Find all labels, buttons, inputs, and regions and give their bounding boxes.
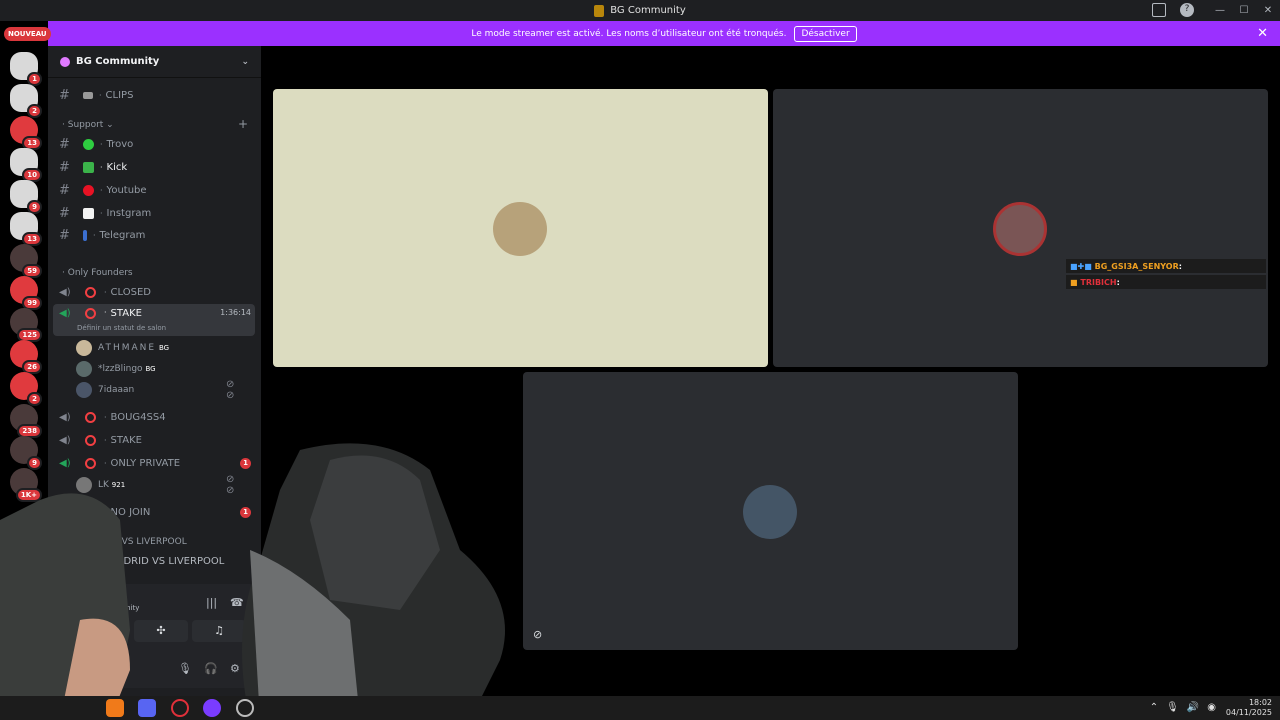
server-icon[interactable]: 1	[10, 52, 42, 86]
category-support[interactable]: · Support ⌄ +	[62, 117, 248, 131]
maximize-button[interactable]: ☐	[1232, 5, 1256, 16]
badge-icon: ■	[1070, 277, 1078, 287]
server-icon[interactable]: 238	[10, 404, 42, 438]
banner-close-icon[interactable]: ✕	[1257, 26, 1268, 41]
no-entry-icon	[85, 286, 96, 298]
disable-streamer-button[interactable]: Désactiver	[794, 25, 857, 42]
voice-channel-boug[interactable]: ◀) · BOUG4SS4	[53, 406, 255, 428]
channel-trovo[interactable]: # · Trovo	[53, 133, 255, 155]
call-duration: 1:36:14	[220, 308, 251, 317]
channel-status-hint[interactable]: Définir un statut de salon	[77, 324, 166, 332]
color-wheel-icon[interactable]: ◉	[1207, 702, 1216, 713]
app-icon[interactable]	[203, 699, 221, 717]
webcam-overlay	[0, 443, 505, 720]
voice-user[interactable]: *lzzBlingo BG	[76, 359, 156, 379]
video-tile[interactable]	[773, 89, 1268, 367]
server-icon[interactable]: 2	[10, 84, 42, 118]
server-icon[interactable]: 9	[10, 180, 42, 214]
server-icon[interactable]: 26	[10, 340, 42, 374]
banner-text: Le mode streamer est activé. Les noms d’…	[471, 28, 787, 39]
no-entry-icon	[85, 308, 96, 319]
speaker-icon[interactable]: 🔊	[1187, 702, 1199, 713]
channel-kick[interactable]: # · Kick	[53, 156, 255, 178]
server-badge-icon	[60, 56, 70, 67]
video-tile[interactable]	[273, 89, 768, 367]
opera-icon[interactable]	[171, 699, 189, 717]
voice-user[interactable]: ATHMANE BG	[76, 338, 169, 358]
muted-icon: ⊘	[533, 628, 543, 641]
app-icon[interactable]	[106, 699, 124, 717]
taskbar: ⌃ 🎙 🔊 ◉ 18:02 04/11/2025	[0, 696, 1280, 720]
muted-deafened-icons: ⊘ ⊘	[226, 379, 235, 401]
server-icon[interactable]: 13	[10, 116, 42, 150]
hash-icon: #	[59, 182, 70, 198]
server-icon[interactable]: 10	[10, 148, 42, 182]
new-badge: NOUVEAU	[4, 27, 51, 41]
white-square-icon	[83, 207, 94, 219]
category-only-founders[interactable]: · Only Founders	[62, 268, 133, 278]
help-icon[interactable]: ?	[1180, 3, 1194, 17]
inbox-icon[interactable]	[1152, 3, 1166, 17]
video-tile[interactable]: ⊘	[523, 372, 1018, 650]
hash-icon: #	[59, 205, 70, 221]
system-tray: ⌃ 🎙 🔊 ◉	[1150, 702, 1216, 713]
server-icon[interactable]: 99	[10, 276, 42, 310]
check-box-icon	[83, 161, 94, 173]
channel-instgram[interactable]: # · Instgram	[53, 202, 255, 224]
add-channel-icon[interactable]: +	[238, 117, 248, 131]
participant-avatar	[493, 202, 547, 256]
app-icon[interactable]	[236, 699, 254, 717]
server-icon[interactable]: 125	[10, 308, 42, 342]
hash-icon: #	[59, 227, 70, 243]
speaker-icon: ◀)	[59, 286, 71, 298]
phone-icon	[83, 229, 87, 241]
participant-avatar	[743, 485, 797, 539]
hash-icon: #	[59, 159, 70, 175]
channel-telegram[interactable]: # · Telegram	[53, 224, 255, 246]
green-circle-icon	[83, 138, 94, 150]
server-icon[interactable]: 13	[10, 212, 42, 246]
server-header[interactable]: BG Community ⌄	[48, 46, 261, 78]
close-window-button[interactable]: ✕	[1256, 5, 1280, 16]
streamer-mode-banner: Le mode streamer est activé. Les noms d’…	[48, 21, 1280, 46]
hash-icon: #	[59, 87, 70, 103]
window-title: BG Community	[610, 5, 686, 16]
server-icon[interactable]: 59	[10, 244, 42, 278]
avatar	[76, 382, 92, 398]
speaker-icon: ◀)	[59, 308, 71, 319]
channel-clips[interactable]: # · CLIPS	[53, 84, 255, 106]
server-name: BG Community	[76, 56, 160, 67]
hash-icon: #	[59, 136, 70, 152]
voice-user[interactable]: 7idaaan ⊘ ⊘	[76, 379, 234, 401]
microphone-icon[interactable]: 🎙	[1166, 702, 1179, 713]
screen-emoji-icon	[83, 91, 93, 99]
channel-youtube[interactable]: # · Youtube	[53, 179, 255, 201]
voice-channel-closed[interactable]: ◀) · CLOSED	[53, 281, 255, 303]
app-logo-icon	[594, 4, 605, 17]
red-circle-icon	[83, 184, 94, 196]
badge-icons: ■✚■	[1070, 261, 1092, 271]
chevron-down-icon[interactable]: ⌄	[241, 57, 249, 67]
no-entry-icon	[85, 411, 96, 423]
minimize-button[interactable]: —	[1208, 5, 1232, 16]
title-bar: BG Community ? — ☐ ✕	[0, 0, 1280, 21]
discord-icon[interactable]	[138, 699, 156, 717]
chat-overlay-line: ■ TRIBICH :	[1066, 275, 1266, 289]
avatar	[76, 340, 92, 356]
chevron-up-icon[interactable]: ⌃	[1150, 702, 1158, 713]
participant-avatar	[993, 202, 1047, 256]
server-icon[interactable]: 2	[10, 372, 42, 406]
avatar	[76, 361, 92, 377]
speaker-icon: ◀)	[59, 411, 71, 423]
chat-overlay-line: ■✚■ BG_GSI3A_SENYOR :	[1066, 259, 1266, 273]
clock[interactable]: 18:02 04/11/2025	[1226, 698, 1272, 718]
